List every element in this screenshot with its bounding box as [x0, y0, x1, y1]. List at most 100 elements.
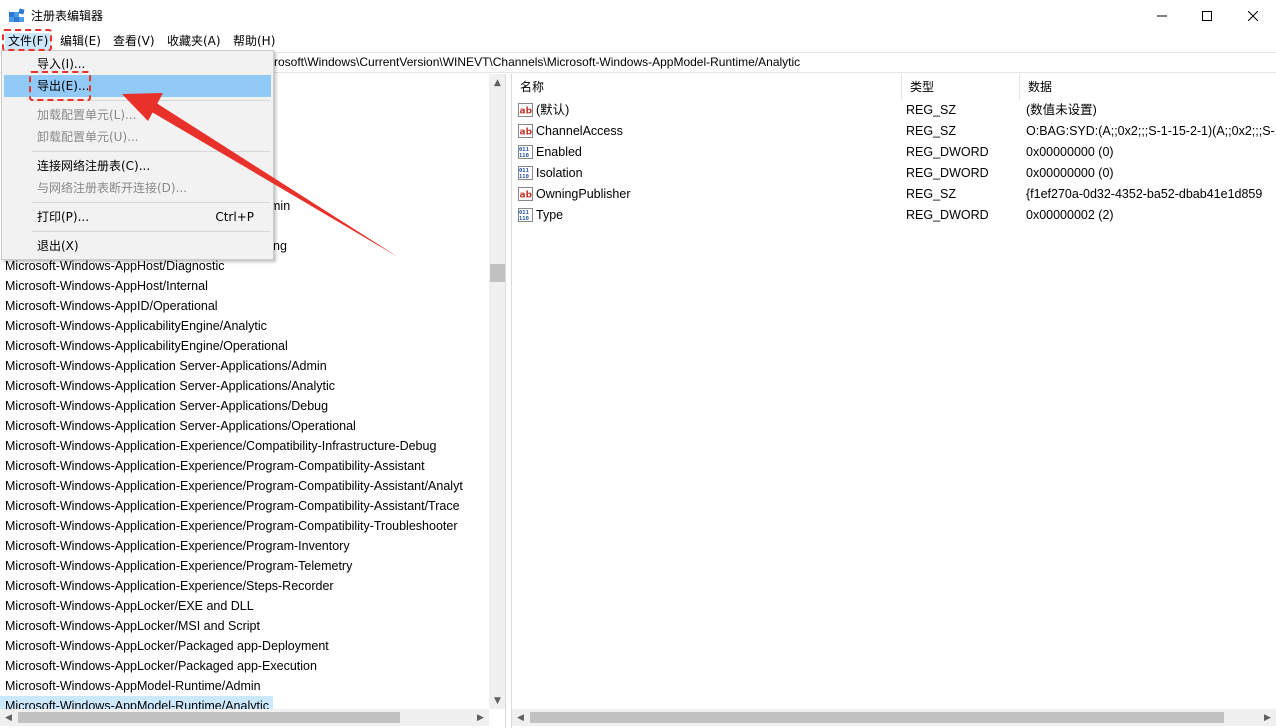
menu-bar: 文件(F) 编辑(E) 查看(V) 收藏夹(A) 帮助(H)	[0, 31, 1276, 51]
value-data: O:BAG:SYD:(A;;0x2;;;S-1-15-2-1)(A;;0x2;;…	[1026, 124, 1276, 138]
menu-view[interactable]: 查看(V)	[110, 33, 158, 50]
value-data: 0x00000000 (0)	[1026, 145, 1114, 159]
scroll-right-icon[interactable]: ▶	[1259, 709, 1276, 726]
tree-item[interactable]: Microsoft-Windows-Application Server-App…	[0, 416, 489, 436]
tree-item[interactable]: Microsoft-Windows-Application Server-App…	[0, 356, 489, 376]
values-pane: 名称 类型 数据 ab (默认) REG_SZ (数值未设置) ab Chann…	[511, 74, 1276, 728]
menu-separator	[32, 231, 270, 232]
tree-item[interactable]: Microsoft-Windows-Application-Experience…	[0, 496, 489, 516]
tree-item[interactable]: Microsoft-Windows-ApplicabilityEngine/Op…	[0, 336, 489, 356]
address-path[interactable]: crosoft\Windows\CurrentVersion\WINEVT\Ch…	[268, 55, 800, 69]
svg-text:ab: ab	[520, 107, 533, 117]
menu-item-connect-network-registry[interactable]: 连接网络注册表(C)...	[4, 155, 271, 177]
scroll-right-icon[interactable]: ▶	[472, 709, 489, 726]
value-row[interactable]: ab (默认) REG_SZ (数值未设置)	[512, 100, 1276, 121]
tree-item[interactable]: Microsoft-Windows-AppHost/Internal	[0, 276, 489, 296]
binary-value-icon: 011110	[518, 145, 533, 159]
maximize-icon	[1202, 10, 1212, 21]
value-row[interactable]: 011 110 Isolation REG_DWORD 0x00000000 (0…	[512, 163, 1276, 184]
tree-item[interactable]: Microsoft-Windows-Application-Experience…	[0, 556, 489, 576]
string-value-icon: ab	[518, 187, 533, 201]
value-data: {f1ef270a-0d32-4352-ba52-dbab41e1d859	[1026, 187, 1263, 201]
value-row[interactable]: 011 110 Enabled REG_DWORD 0x00000000 (0)	[512, 142, 1276, 163]
title-bar[interactable]: 注册表编辑器	[0, 0, 1276, 31]
close-button[interactable]	[1230, 0, 1276, 31]
menu-favorites[interactable]: 收藏夹(A)	[164, 33, 224, 50]
value-type: REG_DWORD	[906, 145, 989, 159]
tree-item[interactable]: Microsoft-Windows-AppLocker/MSI and Scri…	[0, 616, 489, 636]
tree-item[interactable]: Microsoft-Windows-AppLocker/Packaged app…	[0, 656, 489, 676]
tree-item[interactable]: Microsoft-Windows-ApplicabilityEngine/An…	[0, 316, 489, 336]
registry-editor-window: 注册表编辑器 文件(F) 编辑(E) 查看(V) 收藏夹(A) 帮助(H) cr…	[0, 0, 1276, 728]
scroll-down-icon[interactable]: ▼	[489, 692, 505, 709]
value-row[interactable]: ab OwningPublisher REG_SZ {f1ef270a-0d32…	[512, 184, 1276, 205]
scroll-up-icon[interactable]: ▲	[489, 74, 505, 91]
tree-item[interactable]: Microsoft-Windows-Application-Experience…	[0, 536, 489, 556]
scroll-left-icon[interactable]: ◀	[512, 709, 529, 726]
column-header-name[interactable]: 名称	[512, 74, 902, 100]
menu-help[interactable]: 帮助(H)	[230, 33, 278, 50]
tree-item[interactable]: Microsoft-Windows-AppLocker/EXE and DLL	[0, 596, 489, 616]
tree-vertical-scrollbar[interactable]: ▲ ▼	[489, 74, 505, 709]
value-name: ChannelAccess	[536, 124, 623, 138]
scroll-left-icon[interactable]: ◀	[0, 709, 17, 726]
svg-text:ab: ab	[520, 191, 533, 201]
scroll-thumb[interactable]	[530, 712, 1224, 723]
tree-item[interactable]: Microsoft-Windows-Application Server-App…	[0, 376, 489, 396]
window-title: 注册表编辑器	[31, 9, 104, 23]
column-header-data[interactable]: 数据	[1020, 74, 1276, 100]
minimize-icon	[1157, 15, 1167, 16]
tree-item[interactable]: Microsoft-Windows-Application-Experience…	[0, 576, 489, 596]
svg-text:110: 110	[519, 153, 529, 159]
annotation-highlight-export-item	[29, 71, 91, 101]
tree-item[interactable]: Microsoft-Windows-AppLocker/Packaged app…	[0, 636, 489, 656]
value-name: (默认)	[536, 103, 570, 117]
value-data: 0x00000002 (2)	[1026, 208, 1114, 222]
value-type: REG_SZ	[906, 124, 957, 138]
column-header-type[interactable]: 类型	[902, 74, 1020, 100]
value-type: REG_SZ	[906, 103, 957, 117]
annotation-highlight-file-menu	[2, 29, 52, 51]
menu-item-disconnect-network-registry[interactable]: 与网络注册表断开连接(D)...	[4, 177, 271, 199]
value-type: REG_SZ	[906, 187, 957, 201]
scroll-thumb[interactable]	[18, 712, 400, 723]
maximize-button[interactable]	[1184, 0, 1230, 31]
svg-text:110: 110	[519, 216, 529, 222]
value-type: REG_DWORD	[906, 166, 989, 180]
value-row[interactable]: 011 110 Type REG_DWORD 0x00000002 (2)	[512, 205, 1276, 226]
value-name: Enabled	[536, 145, 582, 159]
tree-item[interactable]: Microsoft-Windows-Application-Experience…	[0, 476, 489, 496]
value-data: 0x00000000 (0)	[1026, 166, 1114, 180]
menu-item-exit[interactable]: 退出(X)	[4, 235, 271, 257]
value-type: REG_DWORD	[906, 208, 989, 222]
registry-editor-icon	[9, 8, 25, 22]
tree-horizontal-scrollbar[interactable]: ◀ ▶	[0, 709, 489, 726]
scroll-thumb[interactable]	[490, 264, 505, 282]
svg-text:ab: ab	[520, 128, 533, 138]
print-shortcut: Ctrl+P	[215, 210, 254, 224]
tree-item[interactable]: Microsoft-Windows-Application-Experience…	[0, 436, 489, 456]
menu-item-unload-hive[interactable]: 卸载配置单元(U)...	[4, 126, 271, 148]
value-name: OwningPublisher	[536, 187, 631, 201]
tree-item[interactable]: Microsoft-Windows-Application Server-App…	[0, 396, 489, 416]
close-icon	[1248, 10, 1258, 21]
binary-value-icon: 011110	[518, 208, 533, 222]
svg-text:110: 110	[519, 174, 529, 180]
tree-item[interactable]: Microsoft-Windows-AppID/Operational	[0, 296, 489, 316]
tree-item[interactable]: Microsoft-Windows-Application-Experience…	[0, 456, 489, 476]
menu-edit[interactable]: 编辑(E)	[57, 33, 104, 50]
tree-item[interactable]: Microsoft-Windows-AppModel-Runtime/Admin	[0, 676, 489, 696]
menu-item-print[interactable]: 打印(P)... Ctrl+P	[4, 206, 271, 228]
string-value-icon: ab	[518, 124, 533, 138]
tree-item[interactable]: Microsoft-Windows-Application-Experience…	[0, 516, 489, 536]
minimize-button[interactable]	[1139, 0, 1185, 31]
menu-separator	[32, 151, 270, 152]
value-row[interactable]: ab ChannelAccess REG_SZ O:BAG:SYD:(A;;0x…	[512, 121, 1276, 142]
values-horizontal-scrollbar[interactable]: ◀ ▶	[512, 709, 1276, 726]
value-name: Type	[536, 208, 564, 222]
string-value-icon: ab	[518, 103, 533, 117]
menu-separator	[32, 202, 270, 203]
menu-item-print-label: 打印(P)...	[37, 210, 90, 224]
binary-value-icon: 011110	[518, 166, 533, 180]
menu-item-load-hive[interactable]: 加载配置单元(L)...	[4, 104, 271, 126]
